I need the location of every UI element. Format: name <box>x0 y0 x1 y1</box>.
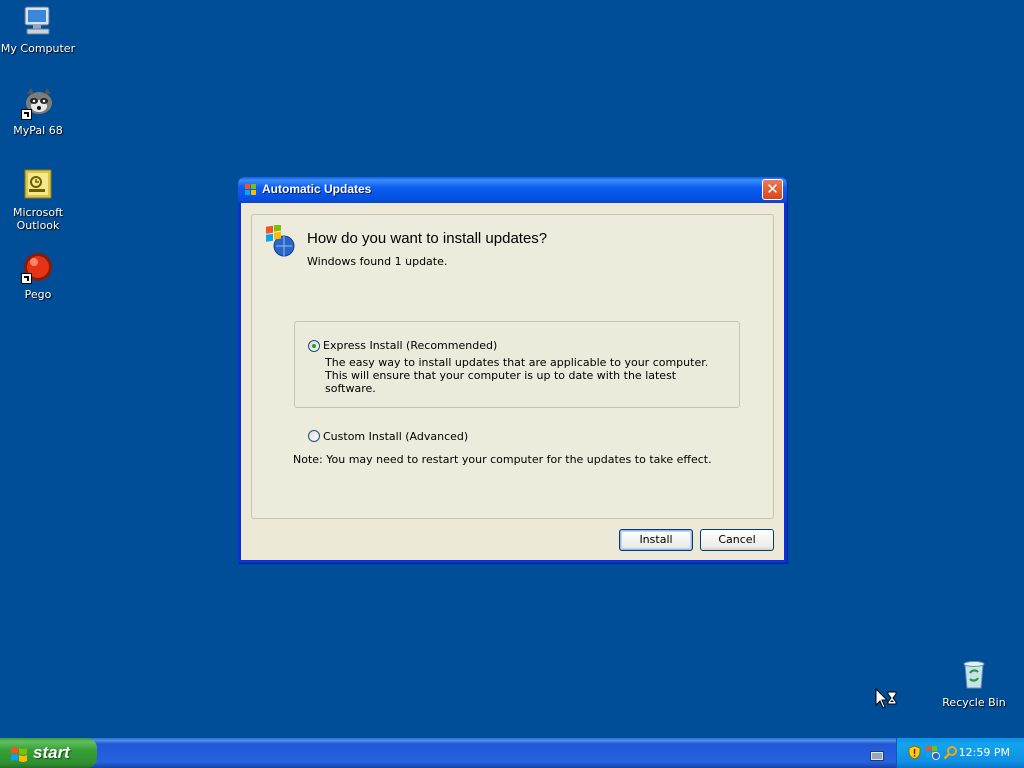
desktop-icon-recycle-bin[interactable]: Recycle Bin <box>936 658 1012 709</box>
keyboard-language-icon[interactable] <box>870 747 884 761</box>
updates-found-text: Windows found 1 update. <box>307 255 448 268</box>
windows-flag-icon <box>10 745 28 762</box>
dialog-heading: How do you want to install updates? <box>307 230 548 247</box>
search-icon[interactable] <box>943 745 958 760</box>
express-install-radio[interactable] <box>308 340 320 352</box>
express-install-group: Express Install (Recommended) The easy w… <box>294 321 740 408</box>
desktop-icon-label: Pego <box>24 288 52 301</box>
custom-install-radio[interactable] <box>308 430 320 442</box>
dialog-client-area: How do you want to install updates? Wind… <box>241 203 784 560</box>
computer-icon <box>21 4 55 38</box>
restart-note: Note: You may need to restart your compu… <box>293 453 712 466</box>
cancel-button[interactable]: Cancel <box>700 529 774 551</box>
content-panel: How do you want to install updates? Wind… <box>251 214 774 519</box>
shortcut-arrow-icon <box>21 273 32 284</box>
custom-install-label[interactable]: Custom Install (Advanced) <box>323 430 468 443</box>
start-label: start <box>33 743 70 762</box>
desktop-icon-mypal[interactable]: MyPal 68 <box>0 86 76 137</box>
pego-icon <box>21 250 55 284</box>
desktop-icon-label: My Computer <box>0 42 76 55</box>
automatic-updates-dialog: Automatic Updates ✕ How do you want to i… <box>238 177 787 563</box>
dialog-titlebar[interactable]: Automatic Updates ✕ <box>238 177 787 203</box>
desktop-icon-pego[interactable]: Pego <box>0 250 76 301</box>
dialog-title: Automatic Updates <box>262 182 372 196</box>
desktop-icon-label: MyPal 68 <box>13 124 63 137</box>
desktop-icon-my-computer[interactable]: My Computer <box>0 4 76 55</box>
windows-update-icon[interactable] <box>925 745 940 760</box>
windows-update-globe-icon <box>264 223 296 257</box>
desktop-icon-outlook[interactable]: Microsoft Outlook <box>0 168 76 232</box>
system-tray: 12:59 PM <box>896 738 1024 768</box>
raccoon-icon <box>21 86 55 120</box>
outlook-icon <box>21 168 55 202</box>
express-install-description: The easy way to install updates that are… <box>325 356 709 395</box>
shortcut-arrow-icon <box>21 109 32 120</box>
close-button[interactable]: ✕ <box>762 179 783 200</box>
install-button[interactable]: Install <box>619 529 693 551</box>
recycle-bin-icon <box>957 658 991 692</box>
clock[interactable]: 12:59 PM <box>959 746 1010 759</box>
windows-update-icon <box>243 182 259 198</box>
desktop-icon-label: Microsoft Outlook <box>13 206 64 232</box>
start-button[interactable]: start <box>0 738 97 768</box>
taskbar: start 12:59 PM <box>0 738 1024 768</box>
busy-cursor-icon <box>875 687 899 710</box>
desktop-icon-label: Recycle Bin <box>942 696 1006 709</box>
security-shield-icon[interactable] <box>907 745 922 760</box>
express-install-label[interactable]: Express Install (Recommended) <box>323 339 497 352</box>
